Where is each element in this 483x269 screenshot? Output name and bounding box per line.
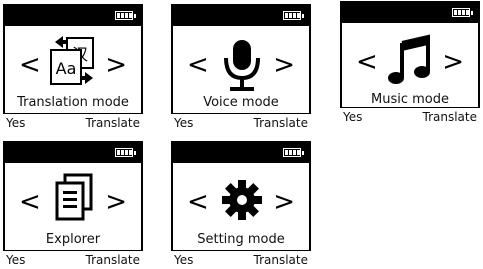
yes-softkey[interactable]: Yes [6,251,25,269]
yes-softkey[interactable]: Yes [343,108,362,126]
prev-arrow[interactable]: < [19,52,41,78]
screen-translation-mode: < 汉 Aa > Translation mode Yes Translate [3,4,143,132]
prev-arrow[interactable]: < [19,189,41,215]
status-bar [5,143,141,163]
next-arrow[interactable]: > [105,189,127,215]
yes-softkey[interactable]: Yes [6,114,25,132]
mode-label: Voice mode [203,95,279,110]
next-arrow[interactable]: > [273,52,295,78]
next-arrow[interactable]: > [105,52,127,78]
softkey-bar: Yes Translate [3,250,143,269]
screen-setting-mode: < > Setting mode Yes Translate [171,141,311,269]
prev-arrow[interactable]: < [187,52,209,78]
translate-softkey[interactable]: Translate [254,114,309,132]
battery-icon [115,148,136,157]
screen-voice-mode: < > Voice mode Yes Translate [171,4,311,132]
svg-text:Aa: Aa [56,59,77,78]
battery-icon [115,11,136,20]
translate-softkey[interactable]: Translate [86,114,141,132]
screen-explorer: < > Explorer Yes Translate [3,141,143,269]
status-bar [173,6,309,26]
microphone-icon [224,40,260,91]
prev-arrow[interactable]: < [187,189,209,215]
mode-label: Explorer [45,232,101,247]
yes-softkey[interactable]: Yes [174,251,193,269]
translation-icon: 汉 Aa [50,36,94,85]
softkey-bar: Yes Translate [340,107,480,126]
next-arrow[interactable]: > [442,49,464,75]
battery-icon [283,148,304,157]
mode-label: Translation mode [17,95,129,110]
softkey-bar: Yes Translate [171,113,311,132]
battery-icon [452,8,473,17]
translate-softkey[interactable]: Translate [254,251,309,269]
softkey-bar: Yes Translate [3,113,143,132]
mode-label: Setting mode [197,232,285,247]
battery-icon [283,11,304,20]
status-bar [173,143,309,163]
gear-icon [222,180,262,220]
status-bar [342,3,478,23]
next-arrow[interactable]: > [273,189,295,215]
translate-softkey[interactable]: Translate [86,251,141,269]
screen-music-mode: < > Music mode Yes Translate [340,1,480,126]
yes-softkey[interactable]: Yes [174,114,193,132]
translate-softkey[interactable]: Translate [423,108,478,126]
status-bar [5,6,141,26]
prev-arrow[interactable]: < [356,49,378,75]
document-icon [55,173,93,221]
music-note-icon [388,34,430,84]
softkey-bar: Yes Translate [171,250,311,269]
